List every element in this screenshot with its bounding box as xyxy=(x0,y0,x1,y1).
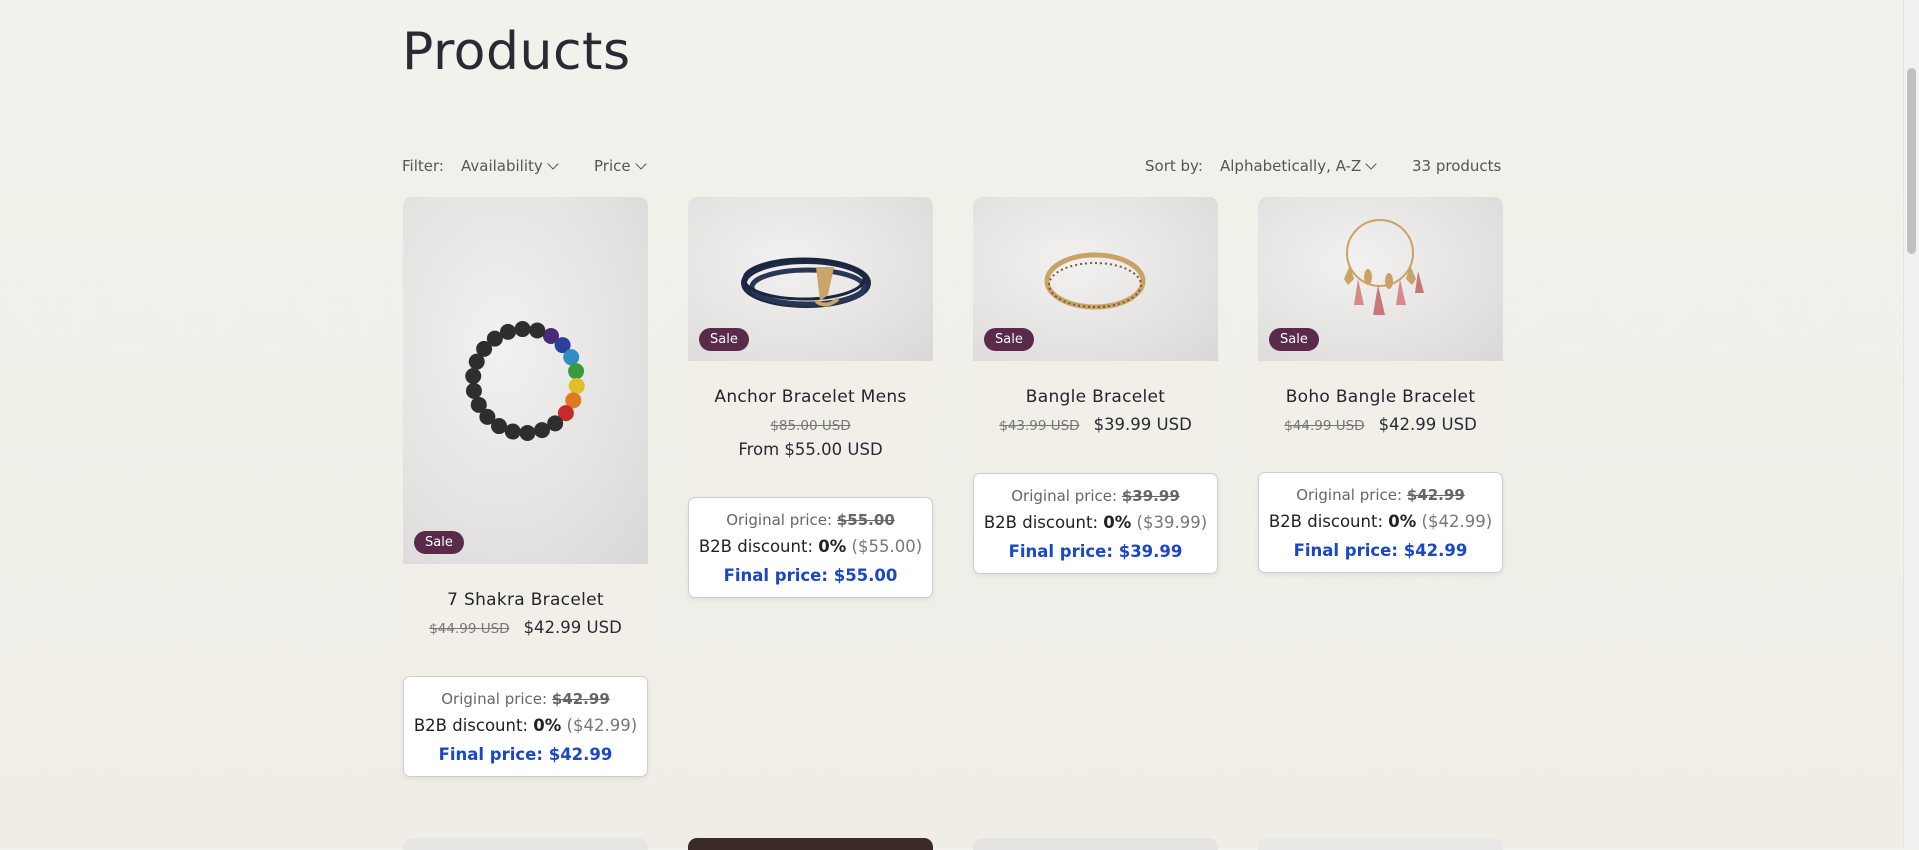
b2b-price-box: Original price: $42.99 B2B discount: 0% … xyxy=(1258,472,1503,573)
product-image[interactable]: Sale xyxy=(403,197,648,564)
product-card-next[interactable] xyxy=(688,838,933,850)
product-card-next[interactable] xyxy=(973,838,1218,850)
filter-toolbar: Filter: Availability Price Sort by: Alph… xyxy=(402,154,1502,178)
bead xyxy=(499,323,516,340)
b2b-discount-percent: 0% xyxy=(818,537,847,556)
product-name[interactable]: Bangle Bracelet xyxy=(973,387,1218,407)
chevron-down-icon xyxy=(547,157,559,170)
sale-badge: Sale xyxy=(699,328,749,351)
sale-price: $39.99 USD xyxy=(1093,415,1192,434)
b2b-discount-label: B2B discount: xyxy=(413,716,529,735)
product-card[interactable]: Sale Boho Bangle Bracelet $44.99 USD $42.… xyxy=(1258,197,1503,499)
b2b-discount-label: B2B discount: xyxy=(1268,512,1384,531)
product-name[interactable]: 7 Shakra Bracelet xyxy=(403,590,648,610)
original-price-label: Original price: xyxy=(441,690,548,708)
product-count: 33 products xyxy=(1412,157,1502,175)
sort-select[interactable]: Alphabetically, A-Z xyxy=(1220,157,1377,175)
final-price: Final price: $42.99 xyxy=(438,745,613,764)
b2b-price-box: Original price: $55.00 B2B discount: 0% … xyxy=(688,497,933,598)
original-price-label: Original price: xyxy=(726,511,833,529)
original-price-label: Original price: xyxy=(1011,487,1118,505)
old-price: $85.00 USD xyxy=(770,418,851,434)
original-price-value: $55.00 xyxy=(836,511,895,529)
b2b-discount-percent: 0% xyxy=(533,716,562,735)
scrollbar-thumb[interactable] xyxy=(1907,68,1916,254)
old-price: $44.99 USD xyxy=(1284,418,1365,434)
b2b-discount-amount: ($39.99) xyxy=(1136,513,1208,532)
b2b-discount-label: B2B discount: xyxy=(983,513,1099,532)
bead xyxy=(529,322,546,339)
product-card-next[interactable] xyxy=(1258,838,1503,850)
b2b-price-box: Original price: $42.99 B2B discount: 0% … xyxy=(403,676,648,777)
sort-label: Sort by: xyxy=(1145,157,1203,175)
sale-badge: Sale xyxy=(984,328,1034,351)
product-card[interactable]: Sale Anchor Bracelet Mens $85.00 USD Fro… xyxy=(688,197,933,499)
old-price: $44.99 USD xyxy=(429,621,510,637)
chevron-down-icon xyxy=(634,157,647,170)
bead xyxy=(534,422,551,439)
bead xyxy=(465,382,482,399)
product-name[interactable]: Boho Bangle Bracelet xyxy=(1258,387,1503,407)
scrollbar[interactable] xyxy=(1903,0,1919,848)
chakra-bracelet-image xyxy=(465,321,585,441)
bead xyxy=(568,377,585,394)
sort-value: Alphabetically, A-Z xyxy=(1220,157,1362,175)
bead xyxy=(519,424,536,441)
availability-label: Availability xyxy=(461,157,543,175)
product-image[interactable]: Sale xyxy=(973,197,1218,361)
b2b-discount-amount: ($42.99) xyxy=(1421,512,1493,531)
original-price-label: Original price: xyxy=(1296,486,1403,504)
b2b-discount-percent: 0% xyxy=(1103,513,1132,532)
original-price-value: $39.99 xyxy=(1121,487,1180,505)
product-card-next[interactable] xyxy=(403,838,648,850)
filter-label: Filter: xyxy=(402,157,444,175)
product-image[interactable]: Sale xyxy=(688,197,933,361)
bead xyxy=(568,363,585,380)
b2b-price-box: Original price: $39.99 B2B discount: 0% … xyxy=(973,473,1218,574)
product-card[interactable]: Sale 7 Shakra Bracelet $44.99 USD $42.99 … xyxy=(403,197,648,702)
original-price-value: $42.99 xyxy=(551,690,610,708)
sale-price: $42.99 USD xyxy=(523,618,622,637)
price-filter[interactable]: Price xyxy=(594,157,647,175)
sale-price: From $55.00 USD xyxy=(738,440,883,459)
product-name[interactable]: Anchor Bracelet Mens xyxy=(688,387,933,407)
bead xyxy=(514,321,531,338)
b2b-discount-amount: ($55.00) xyxy=(851,537,923,556)
bead xyxy=(470,396,487,413)
b2b-discount-label: B2B discount: xyxy=(698,537,814,556)
b2b-discount-percent: 0% xyxy=(1388,512,1417,531)
sale-price: $42.99 USD xyxy=(1378,415,1477,434)
bead xyxy=(563,349,580,366)
chevron-down-icon xyxy=(1365,157,1377,170)
product-image[interactable]: Sale xyxy=(1258,197,1503,361)
final-price: Final price: $39.99 xyxy=(1008,542,1183,561)
bead xyxy=(504,423,521,440)
bead xyxy=(465,368,482,385)
price-filter-label: Price xyxy=(594,157,631,175)
b2b-discount-amount: ($42.99) xyxy=(566,716,638,735)
sale-badge: Sale xyxy=(1269,328,1319,351)
original-price-value: $42.99 xyxy=(1406,486,1465,504)
old-price: $43.99 USD xyxy=(999,418,1080,434)
final-price: Final price: $42.99 xyxy=(1293,541,1468,560)
product-card[interactable]: Sale Bangle Bracelet $43.99 USD $39.99 US… xyxy=(973,197,1218,499)
final-price: Final price: $55.00 xyxy=(723,566,898,585)
page-title: Products xyxy=(402,22,631,82)
availability-filter[interactable]: Availability xyxy=(461,157,559,175)
sale-badge: Sale xyxy=(414,531,464,554)
